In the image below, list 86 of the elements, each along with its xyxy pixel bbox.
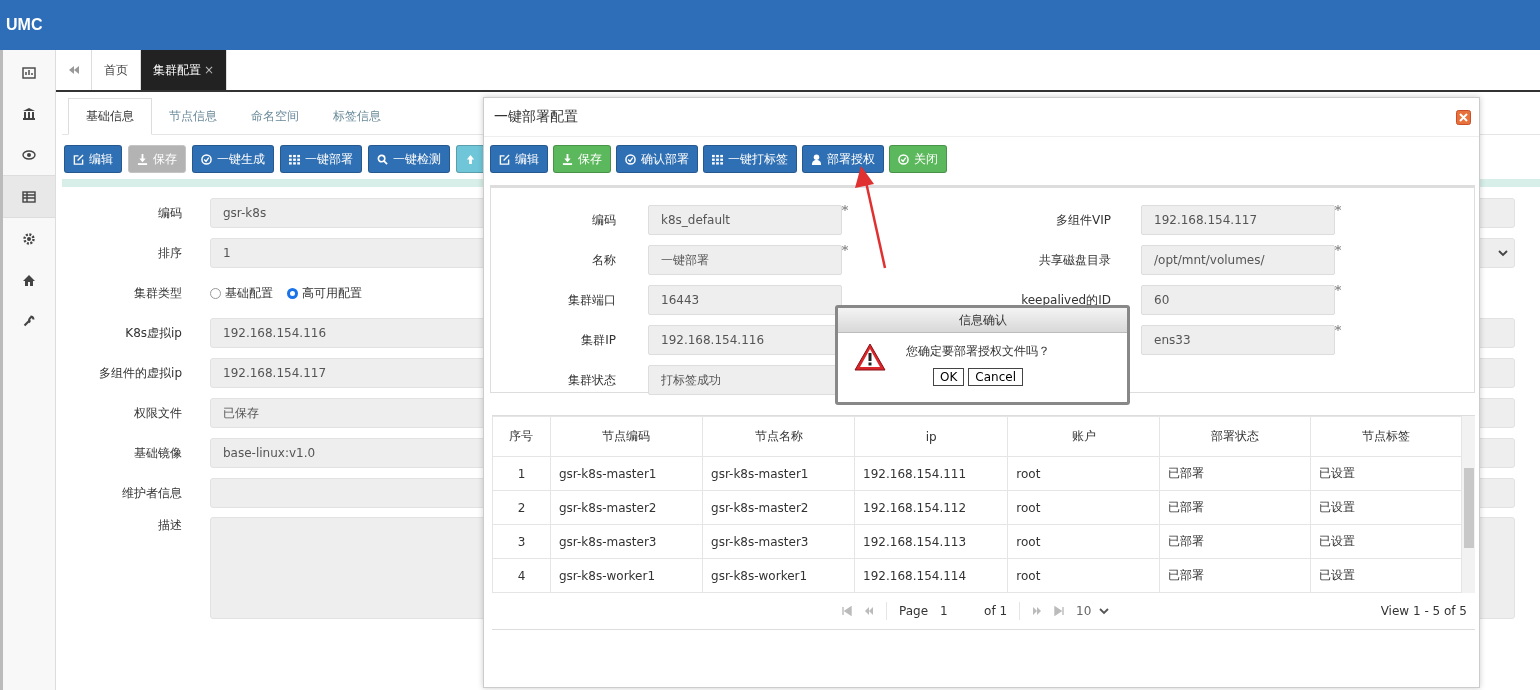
modal-title: 一键部署配置 [494, 108, 578, 126]
table-cell: 3 [492, 524, 551, 559]
dialog-title: 信息确认 [958, 311, 1007, 329]
column-header: 序号 [492, 416, 551, 457]
toolbar-button[interactable]: 一键部署 [280, 145, 362, 173]
logo: UMC [5, 16, 43, 34]
table-cell: gsr-k8s-master2 [550, 490, 703, 525]
field-label: 编码 [591, 211, 616, 229]
field-label: 集群IP [580, 331, 616, 349]
table-cell: 已部署 [1159, 490, 1311, 525]
field-label: 描述 [157, 517, 182, 534]
field-label: 维护者信息 [121, 484, 182, 502]
column-header: 节点名称 [702, 416, 855, 457]
tab[interactable]: 标签信息 [316, 98, 398, 134]
field-label: 集群端口 [567, 291, 616, 309]
table-cell: gsr-k8s-master3 [550, 524, 703, 559]
column-header: 账户 [1007, 416, 1160, 457]
table-cell: 192.168.154.113 [854, 524, 1008, 559]
radio-option[interactable]: 基础配置 [210, 284, 273, 302]
page-input[interactable]: 1 [940, 604, 973, 618]
toolbar-button[interactable]: 部署授权 [802, 145, 884, 173]
record-summary: View 1 - 5 of 5 [1380, 604, 1467, 618]
table-cell: gsr-k8s-master1 [702, 456, 855, 491]
input-field[interactable]: ens33 [1141, 325, 1335, 355]
column-header: 节点标签 [1310, 416, 1462, 457]
toolbar-button[interactable]: 一键打标签 [703, 145, 797, 173]
column-header: 节点编码 [550, 416, 703, 457]
input-field[interactable]: 60 [1141, 285, 1335, 315]
toolbar-button[interactable]: 确认部署 [616, 145, 698, 173]
dialog-button[interactable]: Cancel [968, 368, 1023, 386]
tab[interactable]: 基础信息 [68, 98, 152, 135]
dialog-message: 您确定要部署授权文件吗？ [906, 343, 1050, 360]
close-icon[interactable]: × [204, 63, 215, 77]
table-cell: root [1007, 558, 1160, 593]
table-cell: 已设置 [1310, 558, 1462, 593]
table-cell: 192.168.154.111 [854, 456, 1008, 491]
field-label: keepalived的ID [1020, 291, 1111, 309]
table-cell: root [1007, 524, 1160, 559]
table-cell: 已设置 [1310, 524, 1462, 559]
page-count: of 1 [984, 604, 1008, 618]
column-header: 部署状态 [1159, 416, 1311, 457]
table-cell: 已部署 [1159, 558, 1311, 593]
dialog-button[interactable]: OK [933, 368, 965, 386]
table-cell: root [1007, 456, 1160, 491]
page-label: Page [899, 604, 929, 618]
field-label: 编码 [157, 204, 182, 222]
page-size-select[interactable]: 10 [1076, 604, 1110, 618]
field-label: 排序 [157, 244, 182, 262]
input-field[interactable]: k8s_default [648, 205, 842, 235]
field-label: 共享磁盘目录 [1038, 251, 1111, 269]
input-field[interactable]: 16443 [648, 285, 842, 315]
table-cell: 1 [492, 456, 551, 491]
field-label: 多组件的虚拟ip [98, 364, 182, 382]
table-cell: 4 [492, 558, 551, 593]
field-label: 多组件VIP [1055, 211, 1111, 229]
table-cell: 已设置 [1310, 490, 1462, 525]
table-cell: gsr-k8s-master1 [550, 456, 703, 491]
table-cell: 已部署 [1159, 456, 1311, 491]
table-cell: 192.168.154.114 [854, 558, 1008, 593]
tab[interactable]: 命名空间 [234, 98, 316, 134]
field-label: 权限文件 [133, 404, 182, 422]
input-field[interactable]: 一键部署 [648, 245, 842, 275]
toolbar-button[interactable]: 编辑 [64, 145, 122, 173]
toolbar-button[interactable]: 编辑 [490, 145, 548, 173]
radio-option[interactable]: 高可用配置 [287, 284, 362, 302]
table-cell: 已部署 [1159, 524, 1311, 559]
table-cell: 192.168.154.112 [854, 490, 1008, 525]
table-cell: 已设置 [1310, 456, 1462, 491]
table-cell: gsr-k8s-master2 [702, 490, 855, 525]
field-label: 名称 [591, 251, 616, 269]
table-cell: root [1007, 490, 1160, 525]
table-cell: gsr-k8s-master3 [702, 524, 855, 559]
toolbar-button[interactable]: 一键检测 [368, 145, 450, 173]
table-cell: gsr-k8s-worker1 [550, 558, 703, 593]
toolbar-button[interactable]: 一键生成 [192, 145, 274, 173]
input-field[interactable]: 192.168.154.117 [1141, 205, 1335, 235]
column-header: ip [854, 416, 1008, 457]
field-label: 基础镜像 [133, 444, 182, 462]
page-tab[interactable]: 集群配置 × [141, 50, 228, 90]
table-cell: 2 [492, 490, 551, 525]
input-field[interactable]: /opt/mnt/volumes/ [1141, 245, 1335, 275]
field-label: 集群类型 [133, 284, 182, 302]
table-cell: gsr-k8s-worker1 [702, 558, 855, 593]
field-label: K8s虚拟ip [124, 324, 182, 342]
field-label: 集群状态 [567, 371, 616, 389]
tab[interactable]: 节点信息 [152, 98, 234, 134]
